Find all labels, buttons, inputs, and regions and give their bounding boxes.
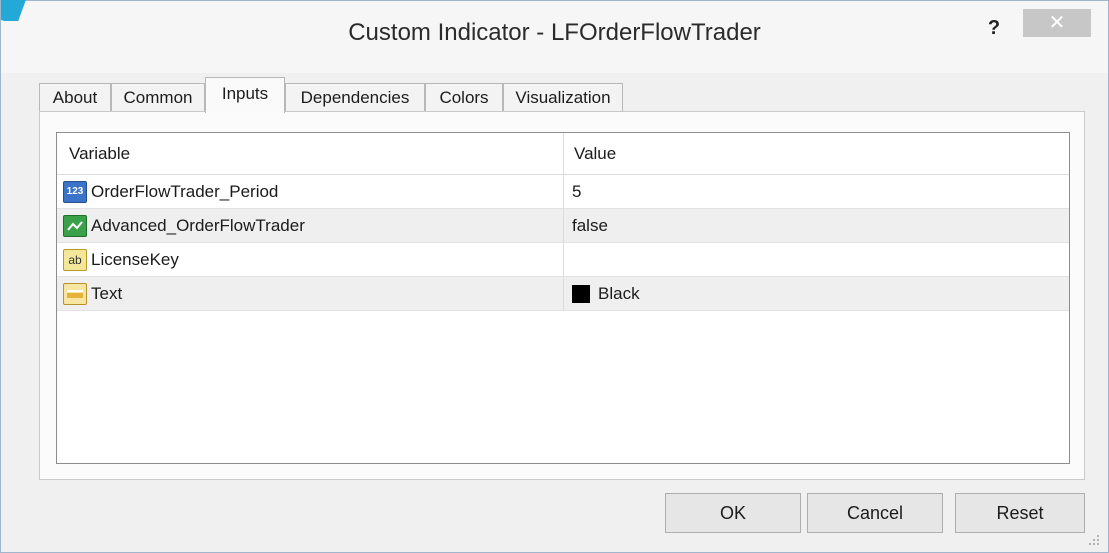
variable-name: OrderFlowTrader_Period xyxy=(91,181,279,201)
column-header-variable[interactable]: Variable xyxy=(57,133,564,174)
inputs-grid: Variable Value 123 OrderFlowTrader_Perio… xyxy=(56,132,1070,464)
ok-button[interactable]: OK xyxy=(665,493,801,533)
close-button[interactable]: ✕ xyxy=(1023,9,1091,37)
table-row[interactable]: 123 OrderFlowTrader_Period 5 xyxy=(57,175,1069,209)
table-row[interactable]: Advanced_OrderFlowTrader false xyxy=(57,209,1069,243)
table-row[interactable]: Text Black xyxy=(57,277,1069,311)
value-cell[interactable] xyxy=(564,243,1069,276)
tab-colors[interactable]: Colors xyxy=(425,83,503,111)
logo-mark-icon xyxy=(1,0,28,21)
value-cell[interactable]: false xyxy=(564,209,1069,242)
tab-dependencies[interactable]: Dependencies xyxy=(285,83,425,111)
value-cell[interactable]: 5 xyxy=(564,175,1069,208)
tab-visualization[interactable]: Visualization xyxy=(503,83,623,111)
color-swatch xyxy=(572,284,590,303)
tab-about[interactable]: About xyxy=(39,83,111,111)
variable-cell: ab LicenseKey xyxy=(57,243,564,276)
grid-header-row: Variable Value xyxy=(57,133,1069,175)
resize-grip-icon[interactable] xyxy=(1088,534,1100,546)
variable-name: LicenseKey xyxy=(91,249,179,269)
reset-button[interactable]: Reset xyxy=(955,493,1085,533)
dialog-window: Custom Indicator - LFOrderFlowTrader ? ✕… xyxy=(0,0,1109,553)
tab-common[interactable]: Common xyxy=(111,83,205,111)
title-bar[interactable]: Custom Indicator - LFOrderFlowTrader ? ✕ xyxy=(1,0,1108,73)
dialog-title: Custom Indicator - LFOrderFlowTrader xyxy=(348,19,761,46)
table-row[interactable]: ab LicenseKey xyxy=(57,243,1069,277)
variable-cell: Advanced_OrderFlowTrader xyxy=(57,209,564,242)
color-value: Black xyxy=(598,283,640,303)
variable-cell: 123 OrderFlowTrader_Period xyxy=(57,175,564,208)
inputs-panel: Variable Value 123 OrderFlowTrader_Perio… xyxy=(39,111,1085,480)
variable-name: Text xyxy=(91,283,123,303)
tab-inputs[interactable]: Inputs xyxy=(205,77,285,113)
value-cell[interactable]: Black xyxy=(564,277,1069,310)
variable-cell: Text xyxy=(57,277,564,310)
numeric-icon: 123 xyxy=(63,180,87,203)
column-header-value[interactable]: Value xyxy=(564,133,1069,174)
boolean-icon xyxy=(63,214,87,237)
variable-name: Advanced_OrderFlowTrader xyxy=(91,215,305,235)
watermark-logo xyxy=(1,0,381,21)
string-icon: ab xyxy=(63,248,87,271)
cancel-button[interactable]: Cancel xyxy=(807,493,943,533)
color-icon xyxy=(63,282,87,305)
help-button[interactable]: ? xyxy=(979,13,1009,43)
